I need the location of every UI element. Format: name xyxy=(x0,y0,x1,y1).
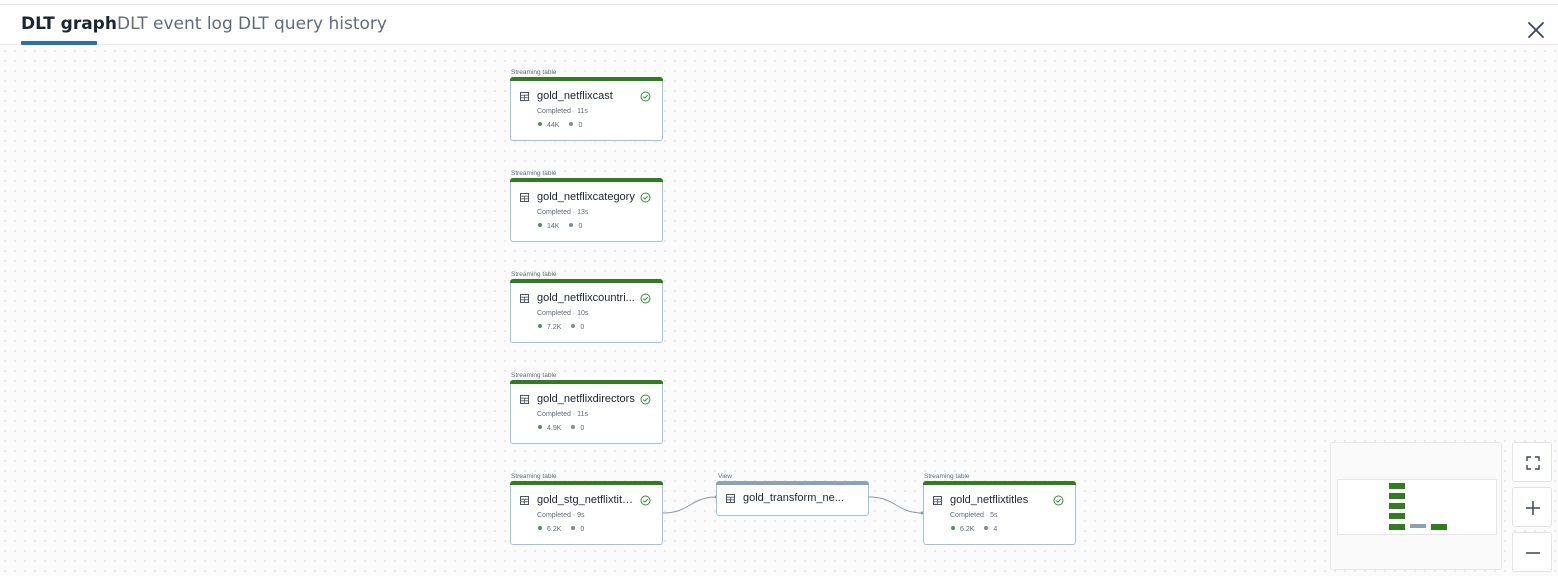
rows-written: 44K xyxy=(547,122,560,129)
node-status: Completed · 9s xyxy=(537,512,585,519)
status-bar xyxy=(510,279,663,283)
minimap-node xyxy=(1389,513,1405,519)
node-type-label: Streaming table xyxy=(924,473,970,480)
check-circle-icon xyxy=(640,192,651,203)
node-metrics: 6.2K 0 xyxy=(538,526,584,533)
check-circle-icon xyxy=(640,91,651,102)
rows-dropped: 0 xyxy=(580,526,585,533)
node-status: Completed · 11s xyxy=(537,108,588,115)
minimap-node xyxy=(1410,524,1426,528)
zoom-in-icon xyxy=(1526,501,1540,515)
minimap-node xyxy=(1431,524,1447,530)
node-name: gold_transform_ne... xyxy=(743,492,844,504)
table-icon xyxy=(933,496,942,505)
node-status: Completed · 10s xyxy=(537,310,589,317)
check-circle-icon xyxy=(640,394,651,405)
rows-written: 14K xyxy=(547,223,560,230)
node-gold-netflixcast[interactable]: gold_netflixcast Completed · 11s 44K 0 xyxy=(510,77,663,141)
node-metrics: 6.2K 4 xyxy=(951,526,997,533)
node-name: gold_netflixdirectors xyxy=(537,393,635,405)
graph-minimap[interactable] xyxy=(1330,442,1502,570)
node-status: Completed · 5s xyxy=(950,512,998,519)
node-gold-netflixcategory[interactable]: gold_netflixcategory Completed · 13s 14K… xyxy=(510,178,663,242)
status-bar xyxy=(716,481,869,485)
rows-dropped: 0 xyxy=(578,223,583,230)
status-bar xyxy=(510,481,663,485)
status-bar xyxy=(510,178,663,182)
zoom-out-button[interactable] xyxy=(1512,532,1552,572)
node-metrics: 7.2K 0 xyxy=(538,324,584,331)
check-circle-icon xyxy=(640,495,651,506)
rows-dropped: 4 xyxy=(993,526,998,533)
node-gold-netflixtitles[interactable]: gold_netflixtitles Completed · 5s 6.2K 4 xyxy=(923,481,1076,545)
status-bar xyxy=(510,77,663,81)
node-metrics: 44K 0 xyxy=(538,122,582,129)
table-icon xyxy=(726,494,735,503)
node-status: Completed · 11s xyxy=(537,411,588,418)
node-name: gold_netflixcountri... xyxy=(537,292,635,304)
check-circle-icon xyxy=(640,293,651,304)
status-bar xyxy=(510,380,663,384)
node-gold-netflixcountries[interactable]: gold_netflixcountri... Completed · 10s 7… xyxy=(510,279,663,343)
minimap-node xyxy=(1389,483,1405,489)
node-name: gold_netflixcast xyxy=(537,90,613,102)
node-metrics: 4.9K 0 xyxy=(538,425,584,432)
tab-dlt-event-log[interactable]: DLT event log xyxy=(117,14,233,34)
zoom-out-icon xyxy=(1526,552,1540,554)
check-circle-icon xyxy=(1053,495,1064,506)
node-name: gold_stg_netflixtitles xyxy=(537,494,635,506)
table-icon xyxy=(520,193,529,202)
tab-dlt-graph[interactable]: DLT graph xyxy=(21,14,117,34)
node-type-label: Streaming table xyxy=(511,372,557,379)
node-type-label: Streaming table xyxy=(511,69,557,76)
rows-dropped: 0 xyxy=(580,324,585,331)
node-type-label: Streaming table xyxy=(511,170,557,177)
node-gold-netflixdirectors[interactable]: gold_netflixdirectors Completed · 11s 4.… xyxy=(510,380,663,444)
node-status: Completed · 13s xyxy=(537,209,589,216)
status-bar xyxy=(923,481,1076,485)
rows-written: 7.2K xyxy=(547,324,562,331)
minimap-node xyxy=(1389,503,1405,509)
node-name: gold_netflixtitles xyxy=(950,494,1029,506)
node-type-label: View xyxy=(718,473,732,480)
node-metrics: 14K 0 xyxy=(538,223,582,230)
close-icon[interactable] xyxy=(1525,19,1547,41)
zoom-in-button[interactable] xyxy=(1512,487,1552,527)
rows-dropped: 0 xyxy=(580,425,585,432)
minimap-node xyxy=(1389,493,1405,499)
rows-written: 6.2K xyxy=(547,526,562,533)
rows-dropped: 0 xyxy=(578,122,583,129)
rows-written: 4.9K xyxy=(547,425,562,432)
minimap-node xyxy=(1389,524,1405,530)
rows-written: 6.2K xyxy=(960,526,975,533)
table-icon xyxy=(520,294,529,303)
node-type-label: Streaming table xyxy=(511,271,557,278)
table-icon xyxy=(520,395,529,404)
tab-bar: DLT graph DLT event log DLT query histor… xyxy=(0,5,1558,45)
fit-view-button[interactable] xyxy=(1512,442,1552,482)
fit-view-icon xyxy=(1526,456,1540,470)
node-gold-stg-netflixtitles[interactable]: gold_stg_netflixtitles Completed · 9s 6.… xyxy=(510,481,663,545)
tab-dlt-query-history[interactable]: DLT query history xyxy=(238,14,387,34)
table-icon xyxy=(520,92,529,101)
table-icon xyxy=(520,496,529,505)
node-type-label: Streaming table xyxy=(511,473,557,480)
node-gold-transform-view[interactable]: gold_transform_ne... xyxy=(716,481,869,516)
node-name: gold_netflixcategory xyxy=(537,191,635,203)
active-tab-indicator xyxy=(21,41,97,45)
